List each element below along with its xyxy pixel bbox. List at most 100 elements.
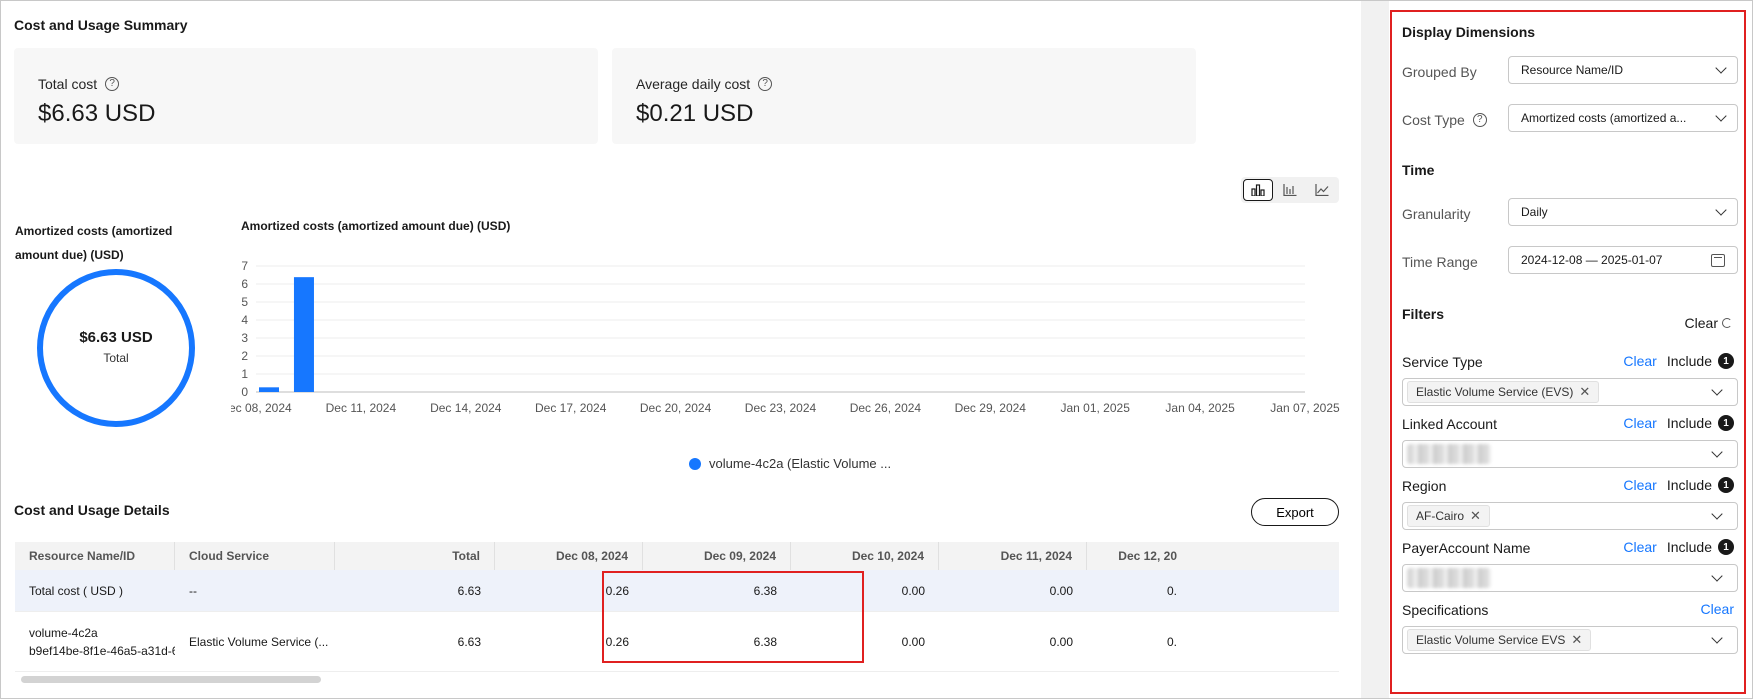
tag-label: Elastic Volume Service (EVS) [1416,385,1574,399]
help-icon[interactable]: ? [105,77,120,91]
table-cell: 6.63 [457,583,481,598]
linked-account-actions: Clear Include 1 [1623,415,1734,431]
chevron-down-icon [1715,62,1727,74]
column-header[interactable]: Dec 11, 2024 [939,542,1087,570]
cost-type-select[interactable]: Amortized costs (amortized a... [1508,104,1738,132]
export-button[interactable]: Export [1251,498,1339,526]
region-select[interactable]: AF-Cairo ✕ [1402,502,1738,530]
x-tick-label: Dec 14, 2024 [430,401,502,415]
horizontal-scrollbar[interactable] [21,676,321,683]
specifications-clear-link[interactable]: Clear [1701,601,1734,617]
total-cost-label: Total cost [38,76,98,92]
linked-account-clear-link[interactable]: Clear [1623,415,1656,431]
include-count-badge: 1 [1718,415,1734,431]
column-header[interactable]: Cloud Service [175,542,335,570]
payer-account-select[interactable] [1402,564,1738,592]
summary-title: Cost and Usage Summary [14,17,188,33]
service-type-label: Service Type [1402,354,1483,370]
help-icon[interactable]: ? [1472,113,1487,127]
payer-account-label: PayerAccount Name [1402,540,1531,556]
average-daily-value: $0.21 USD [636,100,754,127]
x-tick-label: Dec 20, 2024 [640,401,712,415]
chevron-down-icon [1711,384,1723,396]
x-tick-label: Jan 07, 2025 [1270,401,1340,415]
cost-type-label-row: Cost Type ? [1402,112,1487,128]
main-content: Cost and Usage Summary Total cost ? $6.6… [1,1,1361,698]
x-tick-label: Dec 23, 2024 [745,401,817,415]
include-count-badge: 1 [1718,353,1734,369]
payer-account-include[interactable]: Include [1667,539,1712,555]
chevron-down-icon [1711,508,1723,520]
linked-account-include[interactable]: Include [1667,415,1712,431]
service-type-include[interactable]: Include [1667,353,1712,369]
column-header[interactable]: Dec 09, 2024 [643,542,791,570]
column-header[interactable]: Dec 10, 2024 [791,542,939,570]
table-cell: 6.63 [457,634,481,649]
linked-account-select[interactable] [1402,440,1738,468]
column-header[interactable]: Dec 12, 20 [1087,542,1177,570]
grouped-by-label: Grouped By [1402,64,1477,80]
cost-type-value: Amortized costs (amortized a... [1521,111,1687,125]
service-type-select[interactable]: Elastic Volume Service (EVS) ✕ [1402,378,1738,406]
donut-value: $6.63 USD [79,329,153,346]
clear-all-filters-button[interactable]: Clear [1685,315,1732,331]
redacted-payer-tag [1407,568,1491,588]
resource-id: b9ef14be-8f1e-46a5-a31d-6 [29,643,175,658]
region-actions: Clear Include 1 [1623,477,1734,493]
y-tick-label: 3 [241,331,248,345]
column-header[interactable]: Total [335,542,495,570]
calendar-icon[interactable] [1711,253,1725,267]
x-tick-label: Dec 29, 2024 [955,401,1027,415]
granularity-select[interactable]: Daily [1508,198,1738,226]
payer-account-clear-link[interactable]: Clear [1623,539,1656,555]
help-icon[interactable]: ? [758,77,773,91]
table-cell: Total cost ( USD ) [29,583,124,598]
line-chart-icon [1315,184,1329,196]
x-tick-label: Dec 26, 2024 [850,401,922,415]
region-clear-link[interactable]: Clear [1623,477,1656,493]
bar-chart-view-button[interactable] [1243,179,1274,201]
service-type-tag: Elastic Volume Service (EVS) ✕ [1407,381,1600,403]
y-tick-label: 2 [241,349,248,363]
column-header[interactable]: Resource Name/ID [15,542,175,570]
table-cell: 0. [1166,634,1177,649]
x-tick-label: Dec 17, 2024 [535,401,607,415]
chart-legend[interactable]: volume-4c2a (Elastic Volume ... [689,456,891,471]
specifications-select[interactable]: Elastic Volume Service EVS ✕ [1402,626,1738,654]
total-cost-value: $6.63 USD [38,100,156,127]
average-daily-card: Average daily cost ? $0.21 USD [612,48,1196,144]
y-tick-label: 1 [241,367,248,381]
time-title: Time [1402,162,1435,178]
line-chart-view-button[interactable] [1307,179,1337,201]
time-range-label: Time Range [1402,254,1478,270]
service-type-clear-link[interactable]: Clear [1623,353,1656,369]
stacked-chart-view-button[interactable] [1275,179,1305,201]
payer-account-actions: Clear Include 1 [1623,539,1734,555]
chart-bar [259,387,279,392]
chart-bar [293,277,314,392]
y-tick-label: 4 [241,313,248,327]
column-header[interactable]: Dec 08, 2024 [495,542,643,570]
table-header: Resource Name/ID Cloud Service Total Dec… [15,542,1339,570]
time-range-picker[interactable]: 2024-12-08 — 2025-01-07 [1508,246,1738,274]
tag-label: AF-Cairo [1416,509,1465,523]
close-icon[interactable]: ✕ [1571,632,1582,648]
x-tick-label: Dec 11, 2024 [326,401,397,415]
specifications-tag: Elastic Volume Service EVS ✕ [1407,629,1592,651]
include-count-badge: 1 [1718,539,1734,555]
y-tick-label: 0 [241,385,248,399]
table-cell: Elastic Volume Service (... [189,634,329,649]
close-icon[interactable]: ✕ [1579,384,1590,400]
refresh-icon [1722,318,1732,328]
x-tick-label: Jan 01, 2025 [1060,401,1130,415]
close-icon[interactable]: ✕ [1470,508,1481,524]
grouped-by-select[interactable]: Resource Name/ID [1508,56,1738,84]
tag-label: Elastic Volume Service EVS [1416,633,1566,647]
clear-all-label: Clear [1684,315,1718,331]
region-include[interactable]: Include [1667,477,1712,493]
average-daily-label: Average daily cost [636,76,751,92]
include-count-badge: 1 [1718,477,1734,493]
total-cost-card: Total cost ? $6.63 USD [14,48,598,144]
redacted-account-tag [1407,444,1491,464]
granularity-value: Daily [1521,205,1548,219]
